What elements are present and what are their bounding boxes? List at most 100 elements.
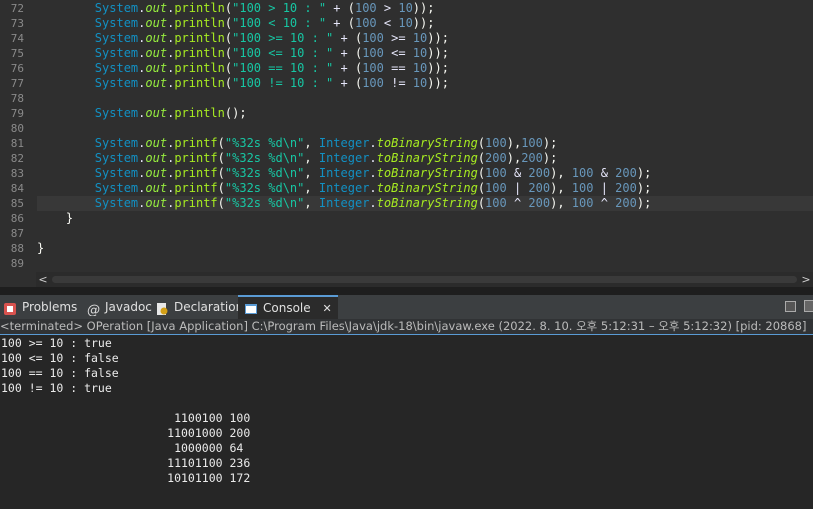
console-output[interactable]: 100 >= 10 : true 100 <= 10 : false 100 =… xyxy=(0,335,813,509)
tab-console[interactable]: Console ✕ xyxy=(238,295,338,319)
code-token: "100 < 10 : " xyxy=(232,16,327,30)
code-token: 100 xyxy=(354,16,377,30)
code-line[interactable]: System.out.println("100 == 10 : " + (100… xyxy=(37,61,813,76)
code-token: System xyxy=(94,181,139,195)
code-token: "100 == 10 : " xyxy=(232,61,334,75)
code-line[interactable]: System.out.printf("%32s %d\n", Integer.t… xyxy=(37,151,813,166)
console-icon xyxy=(244,301,258,315)
tab-label: Declaration xyxy=(174,300,244,314)
code-token: ( xyxy=(217,151,225,165)
code-token: 100 xyxy=(571,196,594,210)
code-token: 200 xyxy=(528,166,551,180)
code-token: "100 != 10 : " xyxy=(232,76,334,90)
code-token: & xyxy=(593,166,616,180)
code-token: 100 xyxy=(362,46,384,60)
line-number: 88 xyxy=(10,242,24,255)
line-number: 89 xyxy=(10,257,24,270)
code-token: out xyxy=(145,151,168,165)
code-token: 200 xyxy=(528,181,551,195)
line-number: 81 xyxy=(10,137,24,150)
tab-javadoc[interactable]: @ Javadoc xyxy=(86,295,152,319)
problems-icon xyxy=(3,300,17,315)
current-code-line[interactable]: System.out.printf("%32s %d\n", Integer.t… xyxy=(37,196,813,211)
line-number-gutter: 72 73 74 75 76 77 78 79 80 81 82 83 84 8… xyxy=(0,0,28,272)
code-token: 100 xyxy=(362,31,384,45)
code-token: )); xyxy=(427,76,449,90)
code-token: ( xyxy=(217,196,225,210)
code-token: Integer xyxy=(318,136,370,150)
code-token: + xyxy=(333,76,355,90)
horizontal-scrollbar[interactable]: < > xyxy=(36,272,813,287)
code-token: "100 > 10 : " xyxy=(232,1,327,15)
line-number: 86 xyxy=(10,212,24,225)
svg-text:@: @ xyxy=(87,303,100,316)
scrollbar-thumb[interactable] xyxy=(52,276,797,283)
code-editor[interactable]: 72 73 74 75 76 77 78 79 80 81 82 83 84 8… xyxy=(0,0,813,272)
code-token: 100 xyxy=(521,136,543,150)
panel-separator[interactable] xyxy=(0,287,813,295)
code-token: out xyxy=(145,1,168,15)
maximize-icon[interactable] xyxy=(804,300,813,312)
close-icon[interactable]: ✕ xyxy=(322,302,331,315)
code-token: ( xyxy=(217,181,225,195)
code-token: ( xyxy=(477,166,486,180)
code-token: == xyxy=(383,61,413,75)
code-token: println xyxy=(174,61,225,75)
console-line: 11001000 200 xyxy=(1,426,251,440)
code-line[interactable]: } xyxy=(37,241,813,256)
code-token: println xyxy=(174,31,225,45)
code-token: >= xyxy=(383,31,413,45)
code-token: } xyxy=(65,211,74,225)
tab-label: Problems xyxy=(22,300,78,314)
scroll-right-icon[interactable]: > xyxy=(799,272,813,287)
code-line[interactable]: System.out.println(); xyxy=(37,106,813,121)
code-token: | xyxy=(593,181,616,195)
view-tab-bar: Problems @ Javadoc Declaration Console ✕ xyxy=(0,295,813,320)
code-token: toBinaryString xyxy=(376,136,478,150)
code-token: toBinaryString xyxy=(376,151,478,165)
line-number: 73 xyxy=(10,17,24,30)
code-token: System xyxy=(94,16,139,30)
code-token: , xyxy=(304,166,319,180)
code-line[interactable]: System.out.printf("%32s %d\n", Integer.t… xyxy=(37,181,813,196)
code-token: "%32s %d\n" xyxy=(224,151,305,165)
code-token: ; xyxy=(644,181,652,195)
code-token: System xyxy=(94,196,139,210)
code-token: , xyxy=(304,196,319,210)
code-line[interactable]: System.out.printf("%32s %d\n", Integer.t… xyxy=(37,166,813,181)
code-token: System xyxy=(94,166,139,180)
code-token: 10 xyxy=(398,16,413,30)
code-line[interactable]: } xyxy=(37,211,813,226)
code-line[interactable]: System.out.printf("%32s %d\n", Integer.t… xyxy=(37,136,813,151)
code-token: ( xyxy=(217,136,225,150)
code-token: ; xyxy=(644,166,652,180)
minimize-icon[interactable] xyxy=(785,301,796,312)
console-line: 100 >= 10 : true xyxy=(1,336,112,350)
code-token: . xyxy=(369,196,377,210)
code-line[interactable]: System.out.println("100 < 10 : " + (100 … xyxy=(37,16,813,31)
line-number: 74 xyxy=(10,32,24,45)
code-line[interactable]: System.out.println("100 > 10 : " + (100 … xyxy=(37,1,813,16)
scroll-left-icon[interactable]: < xyxy=(36,272,50,287)
code-token: out xyxy=(145,31,168,45)
code-token: println xyxy=(174,46,225,60)
code-line[interactable]: System.out.println("100 >= 10 : " + (100… xyxy=(37,31,813,46)
code-line[interactable]: System.out.println("100 <= 10 : " + (100… xyxy=(37,46,813,61)
code-token: 100 xyxy=(485,166,507,180)
tab-problems[interactable]: Problems xyxy=(3,295,77,319)
code-line[interactable]: System.out.println("100 != 10 : " + (100… xyxy=(37,76,813,91)
console-line: 11101100 236 xyxy=(1,456,251,470)
tab-declaration[interactable]: Declaration xyxy=(155,295,243,319)
code-token: (); xyxy=(224,106,247,120)
code-token: ), xyxy=(550,166,572,180)
code-token: 10 xyxy=(412,46,428,60)
code-token: println xyxy=(174,16,225,30)
code-token: 200 xyxy=(521,151,543,165)
line-number: 82 xyxy=(10,152,24,165)
line-number: 79 xyxy=(10,107,24,120)
code-token: out xyxy=(145,196,168,210)
code-token: 100 xyxy=(571,166,594,180)
code-token: + xyxy=(326,1,348,15)
code-token: System xyxy=(94,151,139,165)
code-token: } xyxy=(37,241,45,255)
